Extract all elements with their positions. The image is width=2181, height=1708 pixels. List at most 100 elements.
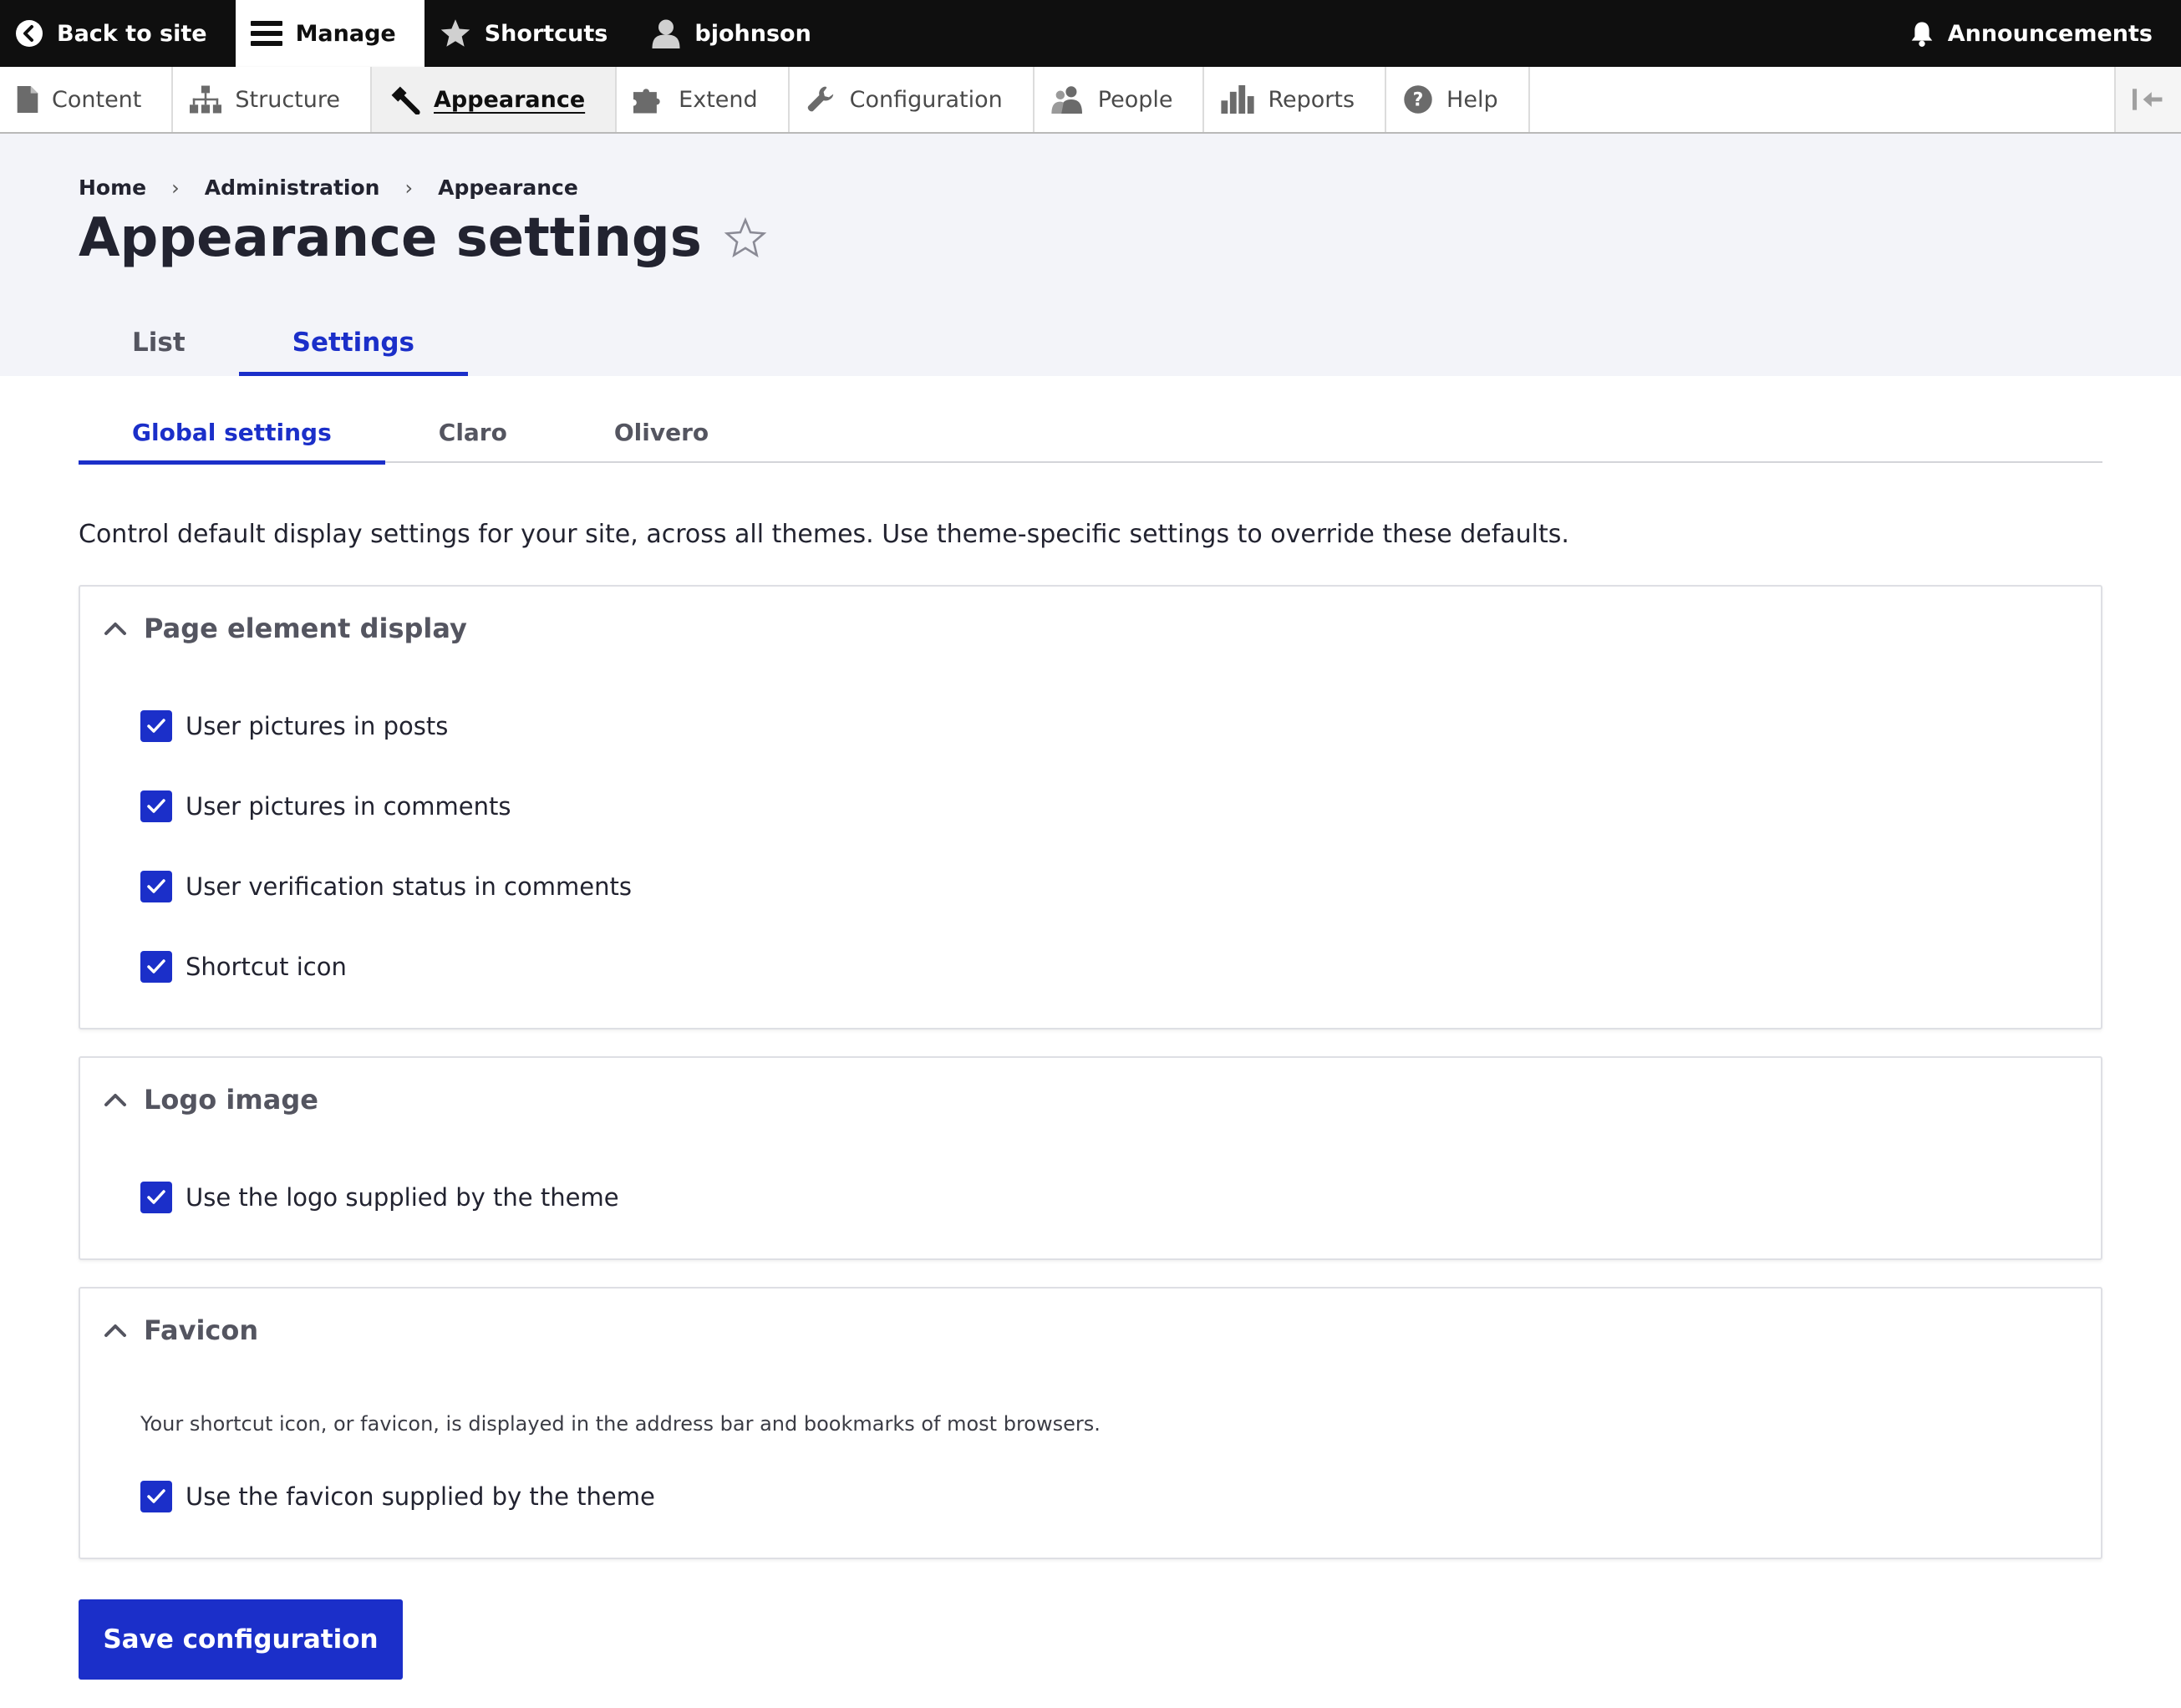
manage-tab[interactable]: Manage <box>235 0 425 67</box>
checkmark-icon <box>147 1190 165 1204</box>
bell-icon <box>1911 22 1933 47</box>
checkbox-label: Use the favicon supplied by the theme <box>186 1482 655 1511</box>
checkbox-checked[interactable] <box>140 951 172 983</box>
page-element-display-panel: Page element display User pictures in po… <box>79 585 2102 1029</box>
breadcrumb: Home › Administration › Appearance <box>79 175 578 200</box>
user-icon <box>652 19 680 48</box>
breadcrumb-appearance[interactable]: Appearance <box>438 175 578 200</box>
use-theme-logo-checkbox[interactable]: Use the logo supplied by the theme <box>140 1182 619 1213</box>
puzzle-icon <box>633 89 660 114</box>
checkbox-checked[interactable] <box>140 790 172 822</box>
checkbox-checked[interactable] <box>140 710 172 742</box>
hamburger-icon <box>250 21 282 46</box>
tray-item-configuration[interactable]: Configuration <box>790 67 1035 132</box>
chevron-up-icon <box>104 1094 126 1106</box>
file-icon <box>17 86 38 113</box>
announcements-label: Announcements <box>1947 20 2153 47</box>
collapse-left-icon <box>2133 89 2163 110</box>
wrench-icon <box>807 86 833 112</box>
paint-brush-icon <box>391 86 420 114</box>
shortcuts-tab[interactable]: Shortcuts <box>425 0 637 67</box>
user-name-label: bjohnson <box>694 20 811 47</box>
favicon-summary[interactable]: Favicon <box>80 1289 2101 1372</box>
admin-tray: Content Structure Appearance Extend Conf… <box>0 67 2181 134</box>
back-to-site-label: Back to site <box>57 20 207 47</box>
panel-title: Favicon <box>144 1314 259 1346</box>
breadcrumb-administration[interactable]: Administration <box>205 175 380 200</box>
favicon-panel: Favicon Your shortcut icon, or favicon, … <box>79 1287 2102 1559</box>
panel-title: Page element display <box>144 613 467 644</box>
manage-label: Manage <box>295 20 396 47</box>
checkmark-icon <box>147 1489 165 1503</box>
announcements-tab[interactable]: Announcements <box>1894 0 2181 67</box>
help-icon: ? <box>1404 85 1432 114</box>
tab-olivero[interactable]: Olivero <box>561 401 762 463</box>
checkmark-icon <box>147 799 165 813</box>
tray-item-label: People <box>1097 86 1173 113</box>
tray-item-extend[interactable]: Extend <box>617 67 790 132</box>
sitemap-icon <box>190 85 222 114</box>
shortcut-icon-checkbox[interactable]: Shortcut icon <box>140 951 347 983</box>
checkbox-label: User pictures in posts <box>186 712 449 740</box>
checkbox-label: User verification status in comments <box>186 872 632 901</box>
tab-settings[interactable]: Settings <box>238 309 469 376</box>
breadcrumb-home[interactable]: Home <box>79 175 146 200</box>
logo-image-summary[interactable]: Logo image <box>80 1058 2101 1141</box>
checkbox-label: Use the logo supplied by the theme <box>186 1183 619 1212</box>
back-to-site-link[interactable]: Back to site <box>0 0 236 67</box>
user-pictures-in-posts-checkbox[interactable]: User pictures in posts <box>140 710 448 742</box>
star-icon <box>440 19 470 47</box>
chevron-up-icon <box>104 623 126 635</box>
page-title-text: Appearance settings <box>79 207 702 269</box>
favicon-description: Your shortcut icon, or favicon, is displ… <box>140 1412 1101 1436</box>
tray-item-help[interactable]: ? Help <box>1386 67 1530 132</box>
checkmark-icon <box>147 719 165 733</box>
checkbox-label: Shortcut icon <box>186 953 347 981</box>
checkmark-icon <box>147 879 165 893</box>
use-theme-favicon-checkbox[interactable]: Use the favicon supplied by the theme <box>140 1481 655 1512</box>
tray-item-label: Reports <box>1268 86 1355 113</box>
intro-description: Control default display settings for you… <box>79 520 1569 549</box>
back-arrow-circle-icon <box>16 20 43 47</box>
tray-item-label: Content <box>52 86 142 113</box>
tray-item-content[interactable]: Content <box>0 67 174 132</box>
tray-item-label: Configuration <box>849 86 1003 113</box>
bar-chart-icon <box>1221 85 1255 114</box>
tray-item-label: Structure <box>235 86 340 113</box>
primary-tabs: List Settings <box>79 309 469 376</box>
checkmark-icon <box>147 959 165 973</box>
tray-item-appearance[interactable]: Appearance <box>372 67 618 132</box>
user-pictures-in-comments-checkbox[interactable]: User pictures in comments <box>140 790 511 822</box>
checkbox-checked[interactable] <box>140 1182 172 1213</box>
page-element-display-summary[interactable]: Page element display <box>80 587 2101 670</box>
tray-item-label: Extend <box>679 86 758 113</box>
breadcrumb-separator: › <box>171 175 180 200</box>
svg-text:?: ? <box>1413 90 1424 111</box>
tray-spacer <box>1530 67 2114 132</box>
tray-item-label: Appearance <box>434 86 586 113</box>
checkbox-checked[interactable] <box>140 871 172 902</box>
user-verification-status-checkbox[interactable]: User verification status in comments <box>140 871 632 902</box>
admin-toolbar: Back to site Manage Shortcuts bjohnson A… <box>0 0 2181 67</box>
breadcrumb-separator: › <box>404 175 414 200</box>
save-configuration-button[interactable]: Save configuration <box>79 1599 403 1680</box>
add-shortcut-star-icon[interactable] <box>724 217 767 259</box>
page-title: Appearance settings <box>79 207 767 269</box>
tray-item-people[interactable]: People <box>1035 67 1205 132</box>
tray-item-structure[interactable]: Structure <box>173 67 372 132</box>
checkbox-checked[interactable] <box>140 1481 172 1512</box>
tab-global-settings[interactable]: Global settings <box>79 401 385 465</box>
user-tab[interactable]: bjohnson <box>636 0 839 67</box>
tray-item-reports[interactable]: Reports <box>1204 67 1387 132</box>
tab-list[interactable]: List <box>79 309 239 376</box>
checkbox-label: User pictures in comments <box>186 792 511 821</box>
shortcuts-label: Shortcuts <box>484 20 608 47</box>
chevron-up-icon <box>104 1324 126 1337</box>
panel-title: Logo image <box>144 1084 318 1116</box>
tab-claro[interactable]: Claro <box>385 401 561 463</box>
page-header: Home › Administration › Appearance Appea… <box>0 134 2181 376</box>
tray-orientation-toggle[interactable] <box>2114 67 2181 132</box>
secondary-tabs: Global settings Claro Olivero <box>79 401 2102 465</box>
tray-item-label: Help <box>1446 86 1498 113</box>
